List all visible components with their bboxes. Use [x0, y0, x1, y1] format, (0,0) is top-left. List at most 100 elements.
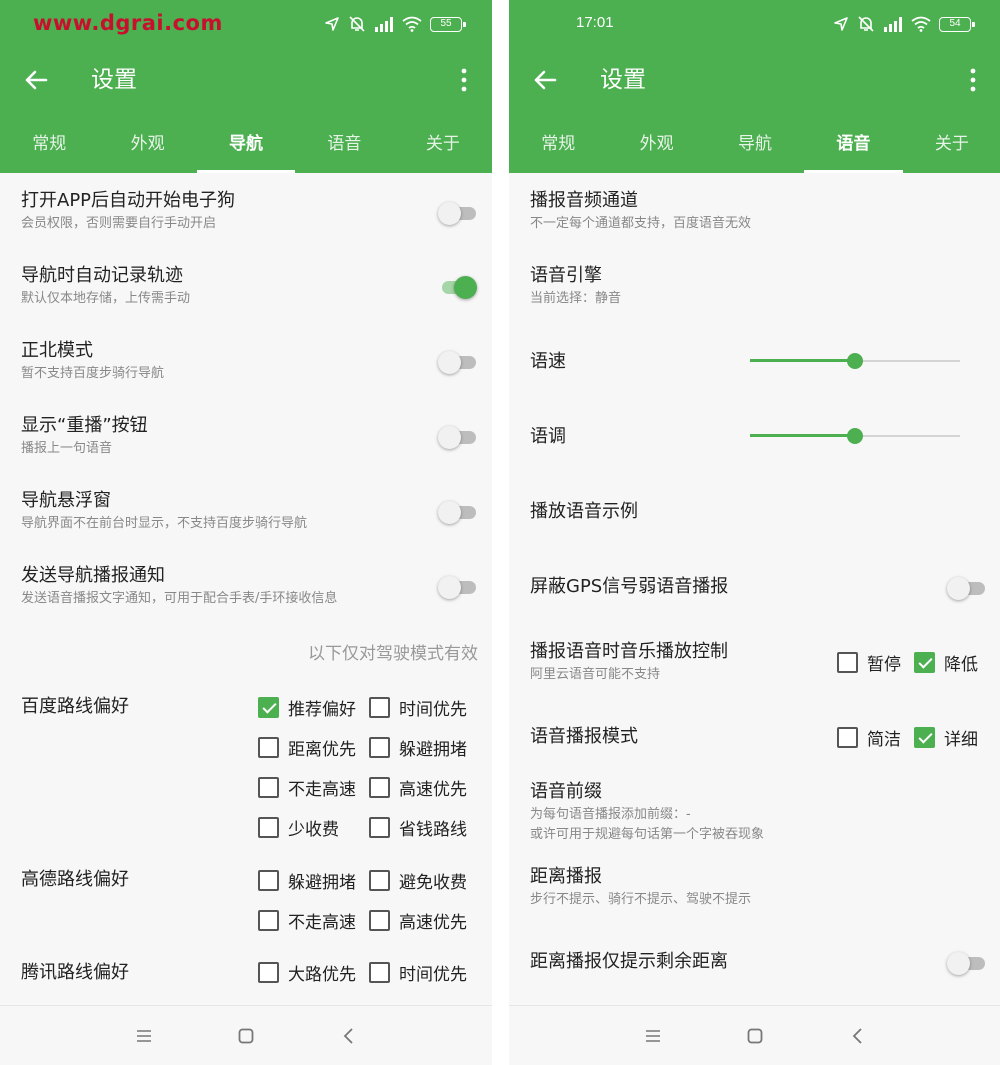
- checkbox-music-lower[interactable]: 降低: [914, 650, 978, 675]
- back-arrow-icon[interactable]: [529, 64, 561, 96]
- setting-floating-window[interactable]: 导航悬浮窗 导航界面不在前台时显示，不支持百度步骑行导航: [21, 488, 472, 534]
- setting-distance-remaining-only[interactable]: 距离播报仅提示剩余距离: [530, 949, 981, 975]
- checkbox-mode-concise[interactable]: 简洁: [837, 725, 901, 750]
- checkbox-baidu-distance-first[interactable]: 距离优先: [258, 735, 356, 760]
- settings-list: 打开APP后自动开始电子狗 会员权限，否则需要自行手动开启 导航时自动记录轨迹 …: [0, 173, 492, 1005]
- checkbox-baidu-no-highway[interactable]: 不走高速: [258, 775, 356, 800]
- tab-about[interactable]: 关于: [903, 112, 1000, 173]
- setting-subtitle: 暂不支持百度步骑行导航: [21, 366, 165, 381]
- checkbox-box[interactable]: [837, 652, 858, 673]
- location-icon: [834, 17, 848, 31]
- toggle-auto-start-dog[interactable]: [438, 200, 478, 226]
- checkbox-box[interactable]: [369, 817, 390, 838]
- tab-appearance[interactable]: 外观: [607, 112, 705, 173]
- checkbox-baidu-highway-first[interactable]: 高速优先: [369, 775, 467, 800]
- checkbox-baidu-less-toll[interactable]: 少收费: [258, 815, 339, 840]
- checkbox-box[interactable]: [914, 652, 935, 673]
- speech-rate-slider[interactable]: [750, 351, 960, 371]
- setting-play-sample[interactable]: 播放语音示例: [530, 499, 981, 525]
- toggle-north-up[interactable]: [438, 349, 478, 375]
- back-icon[interactable]: [337, 1024, 361, 1048]
- system-nav-bar: [0, 1005, 492, 1065]
- checkbox-baidu-avoid-congestion[interactable]: 躲避拥堵: [369, 735, 467, 760]
- checkbox-music-pause[interactable]: 暂停: [837, 650, 901, 675]
- checkbox-gaode-avoid-congestion[interactable]: 躲避拥堵: [258, 868, 356, 893]
- tab-general[interactable]: 常规: [0, 112, 98, 173]
- setting-auto-start-dog[interactable]: 打开APP后自动开始电子狗 会员权限，否则需要自行手动开启: [21, 188, 472, 234]
- tab-appearance[interactable]: 外观: [98, 112, 196, 173]
- slider-thumb[interactable]: [847, 428, 863, 444]
- tab-navigation[interactable]: 导航: [706, 112, 804, 173]
- checkbox-tencent-main-road[interactable]: 大路优先: [258, 960, 356, 985]
- home-icon[interactable]: [743, 1024, 767, 1048]
- toggle-floating-window[interactable]: [438, 499, 478, 525]
- checkbox-box[interactable]: [369, 737, 390, 758]
- page-title: 设置: [600, 67, 646, 93]
- setting-replay-button[interactable]: 显示“重播”按钮 播报上一句语音: [21, 413, 472, 459]
- setting-subtitle: 步行不提示、骑行不提示、驾驶不提示: [530, 892, 752, 907]
- toggle-mute-gps-weak[interactable]: [947, 575, 987, 601]
- back-icon[interactable]: [846, 1024, 870, 1048]
- toggle-distance-remaining-only[interactable]: [947, 950, 987, 976]
- checkbox-baidu-recommended[interactable]: 推荐偏好: [258, 695, 356, 720]
- checkbox-gaode-highway-first[interactable]: 高速优先: [369, 908, 467, 933]
- more-menu-icon[interactable]: [963, 66, 983, 94]
- setting-voice-prefix[interactable]: 语音前缀 为每句语音播报添加前缀：- 或许可用于规避每句话第一个字被吞现象: [530, 779, 981, 845]
- menu-icon[interactable]: [641, 1024, 665, 1048]
- setting-audio-channel[interactable]: 播报音频通道 不一定每个通道都支持，百度语音无效: [530, 188, 981, 234]
- slider-thumb[interactable]: [847, 353, 863, 369]
- toggle-send-notification[interactable]: [438, 574, 478, 600]
- checkbox-box[interactable]: [258, 697, 279, 718]
- tab-general[interactable]: 常规: [509, 112, 607, 173]
- menu-icon[interactable]: [132, 1024, 156, 1048]
- checkbox-box[interactable]: [258, 817, 279, 838]
- checkbox-box[interactable]: [369, 962, 390, 983]
- more-menu-icon[interactable]: [454, 66, 474, 94]
- checkbox-box[interactable]: [369, 777, 390, 798]
- checkbox-mode-detailed[interactable]: 详细: [914, 725, 978, 750]
- tab-voice[interactable]: 语音: [804, 112, 904, 173]
- pitch-slider[interactable]: [750, 426, 960, 446]
- toggle-auto-record-track[interactable]: [438, 274, 478, 300]
- checkbox-box[interactable]: [258, 870, 279, 891]
- tab-voice[interactable]: 语音: [295, 112, 393, 173]
- checkbox-box[interactable]: [914, 727, 935, 748]
- tencent-route-label: 腾讯路线偏好: [21, 962, 129, 983]
- wifi-icon: [402, 16, 422, 32]
- status-time: 17:01: [576, 14, 614, 31]
- setting-subtitle: 为每句语音播报添加前缀：-: [530, 807, 691, 822]
- checkbox-box[interactable]: [258, 910, 279, 931]
- home-icon[interactable]: [234, 1024, 258, 1048]
- setting-mute-gps-weak[interactable]: 屏蔽GPS信号弱语音播报: [530, 574, 981, 600]
- mute-icon: [858, 16, 874, 32]
- checkbox-box[interactable]: [258, 737, 279, 758]
- checkbox-box[interactable]: [837, 727, 858, 748]
- app-bar: 设置: [509, 48, 1000, 112]
- checkbox-baidu-save-money[interactable]: 省钱路线: [369, 815, 467, 840]
- checkbox-box[interactable]: [258, 777, 279, 798]
- slider-fill: [750, 434, 855, 437]
- checkbox-gaode-avoid-toll[interactable]: 避免收费: [369, 868, 467, 893]
- setting-title: 导航时自动记录轨迹: [21, 265, 183, 286]
- checkbox-box[interactable]: [258, 962, 279, 983]
- checkbox-tencent-time-first[interactable]: 时间优先: [369, 960, 467, 985]
- setting-send-notification[interactable]: 发送导航播报通知 发送语音播报文字通知，可用于配合手表/手环接收信息: [21, 563, 472, 609]
- checkbox-box[interactable]: [369, 870, 390, 891]
- back-arrow-icon[interactable]: [20, 64, 52, 96]
- setting-north-up[interactable]: 正北模式 暂不支持百度步骑行导航: [21, 338, 472, 384]
- tab-bar: 常规 外观 导航 语音 关于: [0, 112, 492, 173]
- setting-title: 播报音频通道: [530, 190, 638, 211]
- setting-voice-engine[interactable]: 语音引擎 当前选择：静音: [530, 263, 981, 309]
- checkbox-box[interactable]: [369, 697, 390, 718]
- checkbox-box[interactable]: [369, 910, 390, 931]
- tab-about[interactable]: 关于: [394, 112, 492, 173]
- toggle-replay-button[interactable]: [438, 424, 478, 450]
- setting-distance-broadcast[interactable]: 距离播报 步行不提示、骑行不提示、驾驶不提示: [530, 864, 981, 910]
- setting-auto-record-track[interactable]: 导航时自动记录轨迹 默认仅本地存储，上传需手动: [21, 263, 472, 309]
- app-bar: 设置: [0, 48, 492, 112]
- tab-navigation[interactable]: 导航: [196, 112, 296, 173]
- checkbox-gaode-no-highway[interactable]: 不走高速: [258, 908, 356, 933]
- mute-icon: [349, 16, 365, 32]
- wifi-icon: [911, 16, 931, 32]
- checkbox-baidu-time-first[interactable]: 时间优先: [369, 695, 467, 720]
